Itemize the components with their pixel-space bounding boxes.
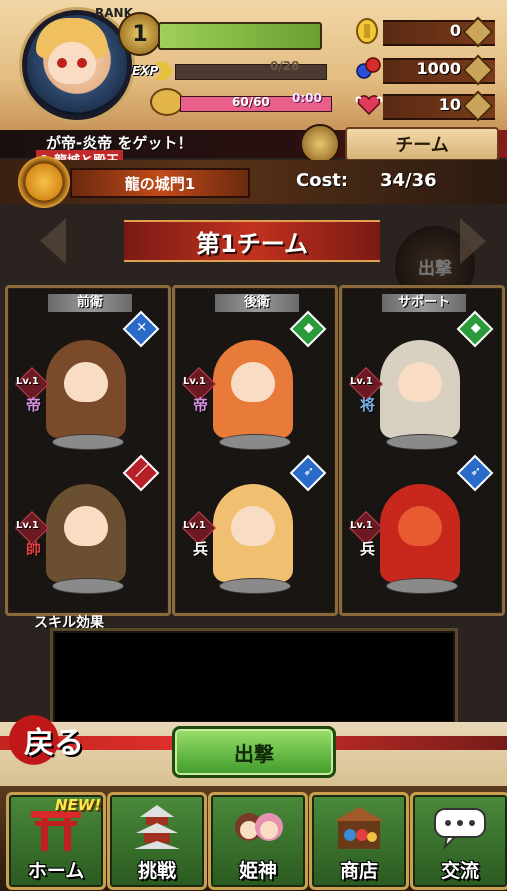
cost-label: Cost: bbox=[296, 170, 349, 191]
new-badge: NEW! bbox=[55, 796, 102, 814]
player-name-bar bbox=[158, 22, 322, 50]
character-slot[interactable]: Lv.1 将 ◆ bbox=[349, 310, 494, 454]
nav-label: 交流 bbox=[440, 860, 479, 882]
nav-challenge[interactable]: 挑戦 bbox=[107, 792, 207, 890]
column-header: サポート bbox=[382, 294, 466, 312]
shield-icon: ◆ bbox=[456, 310, 494, 348]
character-rank: 兵 bbox=[360, 540, 376, 558]
character-slot[interactable]: Lv.1 兵 ➶ bbox=[182, 454, 327, 598]
skill-effect-box bbox=[50, 628, 458, 726]
gold-value: 0 bbox=[449, 21, 461, 40]
spear-icon: ／ bbox=[122, 454, 160, 492]
character-slot[interactable]: Lv.1 帝 ◆ bbox=[182, 310, 327, 454]
stamina-value: 60/60 bbox=[232, 95, 270, 109]
gem-value: 1000 bbox=[416, 59, 461, 78]
bow-icon: ➶ bbox=[456, 454, 494, 492]
character-level: Lv.1 bbox=[350, 376, 373, 387]
sortie-button[interactable]: 出撃 bbox=[172, 726, 336, 778]
character-rank: 兵 bbox=[193, 540, 209, 558]
character-face bbox=[64, 362, 108, 402]
formation-column-support: サポート Lv.1 将 ◆ Lv.1 兵 ➶ bbox=[339, 285, 505, 616]
flower-emblem-icon bbox=[18, 156, 70, 208]
character-stand bbox=[52, 578, 124, 594]
formation-column-front: 前衛 Lv.1 帝 ✕ Lv.1 帥 ／ bbox=[5, 285, 171, 616]
character-rank: 帝 bbox=[26, 396, 42, 414]
team-tab[interactable]: チーム bbox=[345, 127, 499, 161]
character-level: Lv.1 bbox=[16, 376, 39, 387]
character-stand bbox=[386, 578, 458, 594]
character-face bbox=[64, 506, 108, 546]
sword-icon: ✕ bbox=[122, 310, 160, 348]
gem-counter[interactable]: 1000 bbox=[355, 54, 495, 86]
exp-value: 0/28 bbox=[270, 59, 300, 73]
shop-icon bbox=[332, 805, 386, 851]
character-rank: 帝 bbox=[193, 396, 209, 414]
character-stand bbox=[52, 434, 124, 450]
shield-icon: ◆ bbox=[289, 310, 327, 348]
nav-label: 姫神 bbox=[238, 860, 277, 882]
chat-icon bbox=[433, 805, 487, 851]
exp-label: EXP bbox=[132, 64, 159, 78]
character-face bbox=[398, 362, 442, 402]
princess-icon bbox=[231, 805, 285, 851]
rank-badge: 1 bbox=[118, 12, 162, 56]
cost-value: 34/36 bbox=[380, 170, 437, 191]
character-slot[interactable]: Lv.1 兵 ➶ bbox=[349, 454, 494, 598]
character-rank: 帥 bbox=[26, 540, 42, 558]
character-slot[interactable]: Lv.1 帝 ✕ bbox=[15, 310, 160, 454]
character-face bbox=[231, 506, 275, 546]
character-rank: 将 bbox=[360, 396, 376, 414]
gold-coin-icon bbox=[355, 18, 383, 44]
nav-shop[interactable]: 商店 bbox=[309, 792, 409, 890]
back-button[interactable]: 戻る bbox=[8, 712, 100, 768]
gem-icon bbox=[355, 56, 383, 82]
bow-icon: ➶ bbox=[289, 454, 327, 492]
prev-team-arrow-icon[interactable] bbox=[40, 218, 66, 264]
nav-label: 挑戦 bbox=[137, 860, 176, 882]
nav-label: 商店 bbox=[339, 860, 378, 882]
character-face bbox=[398, 506, 442, 546]
gold-counter[interactable]: 0 bbox=[355, 16, 495, 48]
heart-value: 10 bbox=[438, 95, 461, 114]
team-title-banner: 第1チーム bbox=[124, 220, 380, 262]
stamina-timer: 0:00 bbox=[292, 91, 322, 105]
formation-column-rear: 後衛 Lv.1 帝 ◆ Lv.1 兵 ➶ bbox=[172, 285, 338, 616]
nav-label: ホーム bbox=[27, 860, 85, 882]
stamina-icon bbox=[150, 88, 184, 116]
avatar-eye-right bbox=[77, 58, 87, 68]
column-header: 前衛 bbox=[48, 294, 132, 312]
character-face bbox=[231, 362, 275, 402]
avatar-eye-left bbox=[57, 58, 67, 68]
pagoda-icon bbox=[130, 805, 184, 851]
character-stand bbox=[386, 434, 458, 450]
character-stand bbox=[219, 578, 291, 594]
character-level: Lv.1 bbox=[350, 520, 373, 531]
character-level: Lv.1 bbox=[183, 376, 206, 387]
column-header: 後衛 bbox=[215, 294, 299, 312]
castle-name: 龍の城門1 bbox=[70, 168, 250, 198]
character-level: Lv.1 bbox=[16, 520, 39, 531]
avatar-face bbox=[48, 42, 96, 84]
nav-princess[interactable]: 姫神 bbox=[208, 792, 308, 890]
heart-counter[interactable]: 10 bbox=[355, 90, 495, 122]
winged-heart-icon bbox=[355, 92, 383, 118]
character-level: Lv.1 bbox=[183, 520, 206, 531]
exp-bar bbox=[175, 64, 327, 80]
team-emblem-icon bbox=[300, 124, 340, 164]
nav-social[interactable]: 交流 bbox=[410, 792, 507, 890]
character-stand bbox=[219, 434, 291, 450]
character-slot[interactable]: Lv.1 帥 ／ bbox=[15, 454, 160, 598]
